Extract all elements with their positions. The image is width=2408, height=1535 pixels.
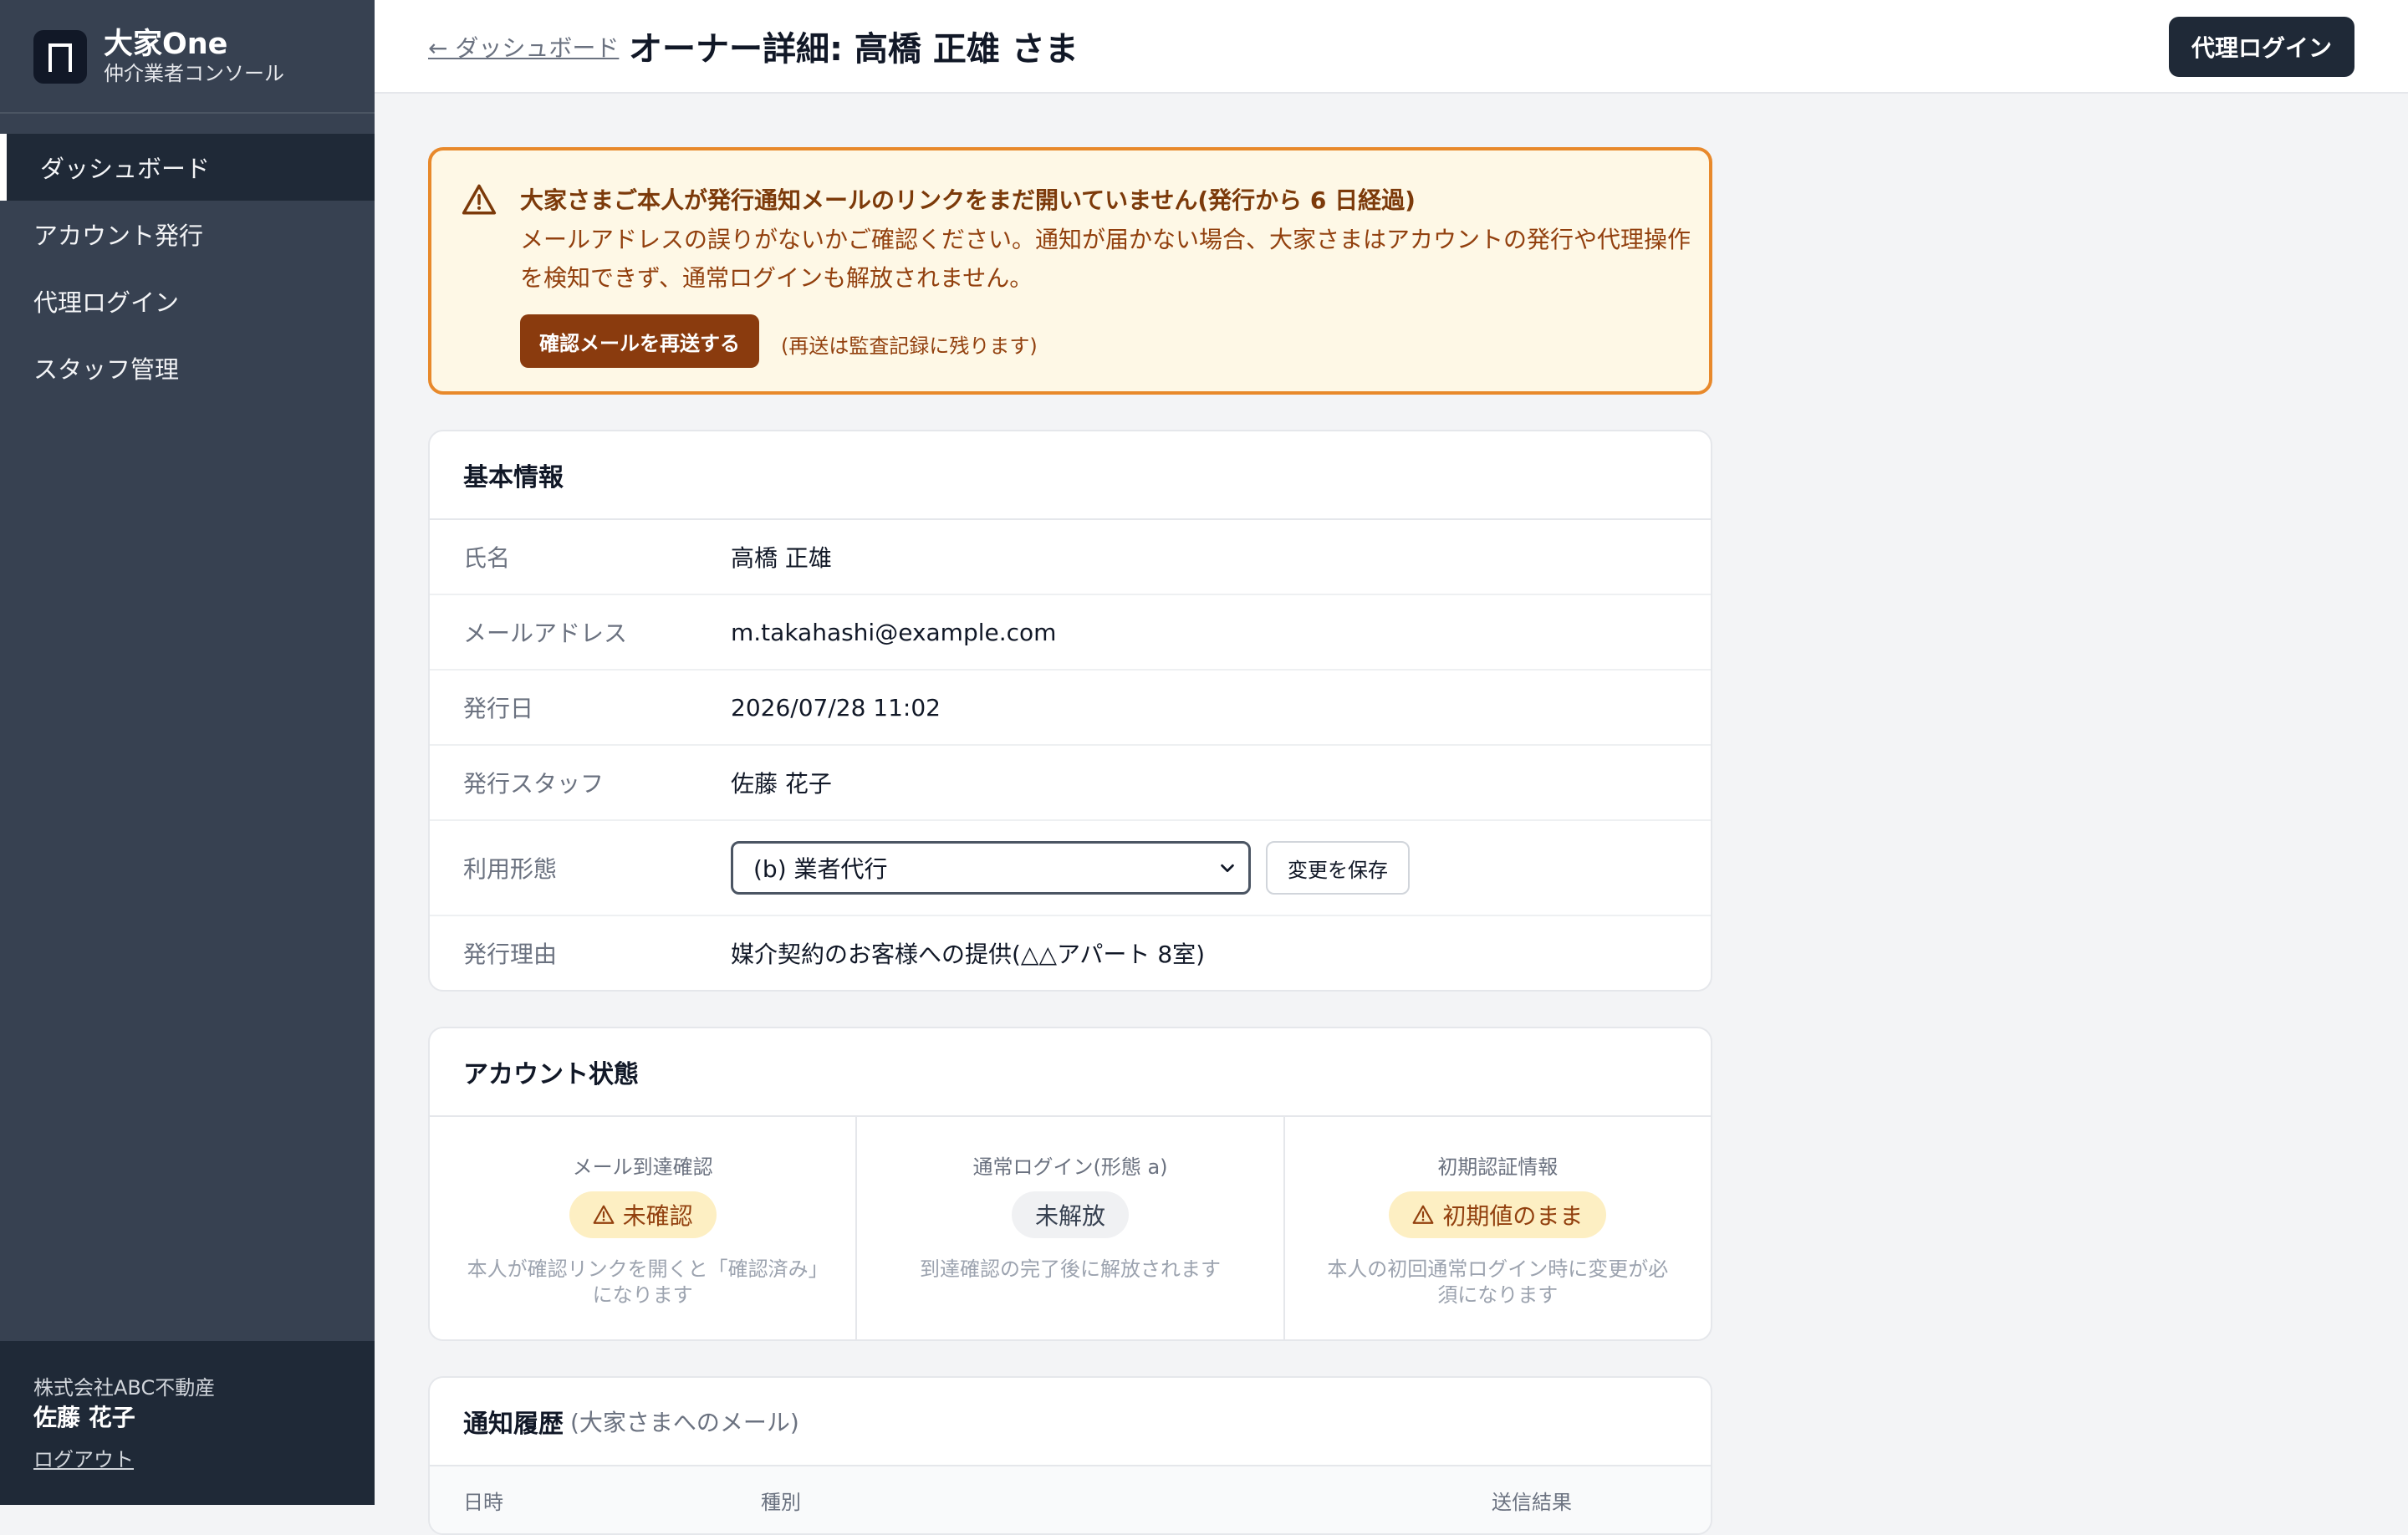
status-badge-text: 未確認 <box>622 1202 693 1230</box>
status-description: 本人の初回通常ログイン時に変更が必須になります <box>1327 1257 1669 1307</box>
column-header-type: 種別 <box>761 1490 801 1514</box>
save-changes-button[interactable]: 変更を保存 <box>1266 841 1410 895</box>
resend-note: (再送は監査記録に残ります) <box>781 334 1038 358</box>
account-status-card: アカウント状態 メール到達確認 未確認 本人が確認リンクを開くと「確認済み」にな… <box>428 1027 1712 1341</box>
resend-confirmation-button[interactable]: 確認メールを再送する <box>520 314 759 368</box>
sidebar-item-proxy-login[interactable]: 代理ログイン <box>0 268 375 334</box>
sidebar-nav: ダッシュボード アカウント発行 代理ログイン スタッフ管理 <box>0 134 375 401</box>
alert-title: 大家さまご本人が発行通知メールのリンクをまだ開いていません(発行から 6 日経過… <box>520 186 1416 214</box>
history-table-header: 日時 種別 送信結果 <box>430 1466 1711 1533</box>
email-unverified-alert: 大家さまご本人が発行通知メールのリンクをまだ開いていません(発行から 6 日経過… <box>428 147 1712 395</box>
info-value: 佐藤 花子 <box>731 770 832 798</box>
status-label: 通常ログイン(形態 a) <box>972 1155 1168 1179</box>
notification-history-header: 通知履歴 (大家さまへのメール) <box>430 1378 1711 1466</box>
status-initial-credentials: 初期認証情報 初期値のまま 本人の初回通常ログイン時に変更が必須になります <box>1285 1117 1711 1339</box>
info-row-issue-reason: 発行理由 媒介契約のお客様への提供(△△アパート 8室) <box>430 916 1711 990</box>
info-value: 媒介契約のお客様への提供(△△アパート 8室) <box>731 941 1206 968</box>
info-value: 高橋 正雄 <box>731 544 832 572</box>
app-logo-icon <box>33 30 87 84</box>
status-badge: 未確認 <box>569 1191 717 1238</box>
sidebar-item-staff-management[interactable]: スタッフ管理 <box>0 334 375 401</box>
logout-link[interactable]: ログアウト <box>33 1443 134 1472</box>
basic-info-title: 基本情報 <box>430 431 1711 520</box>
info-row-name: 氏名 高橋 正雄 <box>430 520 1711 595</box>
status-description: 本人が確認リンクを開くと「確認済み」になります <box>467 1257 819 1307</box>
sidebar-item-dashboard[interactable]: ダッシュボード <box>0 134 375 201</box>
divider <box>0 112 375 114</box>
page-title: オーナー詳細: 高橋 正雄 さま <box>629 30 1079 69</box>
column-header-datetime: 日時 <box>463 1490 503 1514</box>
chevron-down-icon <box>1221 864 1234 873</box>
info-row-email: メールアドレス m.takahashi@example.com <box>430 595 1711 671</box>
main-content: 大家さまご本人が発行通知メールのリンクをまだ開いていません(発行から 6 日経過… <box>428 147 1712 1535</box>
notification-history-title: 通知履歴 <box>463 1410 564 1439</box>
info-value: 2026/07/28 11:02 <box>731 693 941 722</box>
status-normal-login: 通常ログイン(形態 a) 未解放 到達確認の完了後に解放されます <box>857 1117 1285 1339</box>
info-row-issue-date: 発行日 2026/07/28 11:02 <box>430 671 1711 746</box>
notification-history-subtitle: (大家さまへのメール) <box>570 1409 799 1436</box>
proxy-login-button[interactable]: 代理ログイン <box>2169 17 2354 77</box>
status-label: メール到達確認 <box>572 1155 713 1179</box>
info-label: メールアドレス <box>463 620 628 647</box>
usage-type-selected: (b) 業者代行 <box>753 855 888 883</box>
info-label: 発行日 <box>463 695 534 722</box>
account-status-title: アカウント状態 <box>430 1028 1711 1117</box>
back-to-dashboard-link[interactable]: ← ダッシュボード <box>428 30 619 64</box>
info-row-issuing-staff: 発行スタッフ 佐藤 花子 <box>430 746 1711 821</box>
notification-history-card: 通知履歴 (大家さまへのメール) 日時 種別 送信結果 <box>428 1376 1712 1535</box>
warning-icon <box>593 1205 615 1224</box>
status-badge: 未解放 <box>1011 1191 1129 1238</box>
status-description: 到達確認の完了後に解放されます <box>919 1257 1221 1281</box>
brand-name: 大家One <box>104 28 228 61</box>
info-label: 氏名 <box>463 544 511 572</box>
status-label: 初期認証情報 <box>1437 1155 1559 1179</box>
info-row-usage-type: 利用形態 (b) 業者代行 変更を保存 <box>430 821 1711 916</box>
status-badge: 初期値のまま <box>1389 1191 1607 1238</box>
info-label: 発行スタッフ <box>463 770 605 798</box>
info-value: m.takahashi@example.com <box>731 618 1057 646</box>
column-header-result: 送信結果 <box>1492 1490 1572 1514</box>
status-badge-text: 初期値のまま <box>1442 1202 1584 1230</box>
sidebar-footer: 株式会社ABC不動産 佐藤 花子 ログアウト <box>0 1341 375 1505</box>
company-name: 株式会社ABC不動産 <box>33 1376 216 1400</box>
status-badge-text: 未解放 <box>1034 1202 1105 1230</box>
sidebar: 大家One 仲介業者コンソール ダッシュボード アカウント発行 代理ログイン ス… <box>0 0 375 1505</box>
info-label: 利用形態 <box>463 855 558 883</box>
page-header: ← ダッシュボード オーナー詳細: 高橋 正雄 さま 代理ログイン <box>375 0 2408 94</box>
info-label: 発行理由 <box>463 941 558 968</box>
warning-icon <box>1412 1205 1434 1224</box>
status-email-verification: メール到達確認 未確認 本人が確認リンクを開くと「確認済み」になります <box>430 1117 858 1339</box>
staff-name: 佐藤 花子 <box>33 1404 135 1431</box>
sidebar-item-account-issue[interactable]: アカウント発行 <box>0 201 375 268</box>
warning-icon <box>462 184 497 215</box>
alert-body: メールアドレスの誤りがないかご確認ください。通知が届かない場合、大家さまはアカウ… <box>520 226 1691 292</box>
brand-subtitle: 仲介業者コンソール <box>104 62 284 85</box>
usage-type-select[interactable]: (b) 業者代行 <box>731 841 1251 895</box>
basic-info-card: 基本情報 氏名 高橋 正雄 メールアドレス m.takahashi@exampl… <box>428 430 1712 992</box>
status-grid: メール到達確認 未確認 本人が確認リンクを開くと「確認済み」になります 通常ログ… <box>430 1117 1711 1339</box>
brand: 大家One 仲介業者コンソール <box>33 28 284 85</box>
